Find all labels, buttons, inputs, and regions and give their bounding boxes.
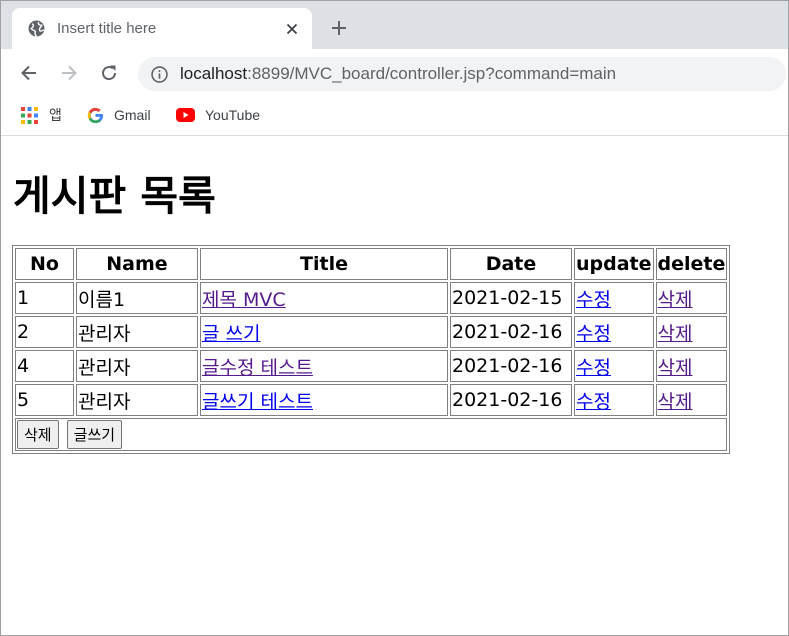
write-button[interactable]: 글쓰기 (66, 420, 123, 449)
button-cell: 삭제 글쓰기 (15, 418, 728, 451)
bookmark-label: YouTube (205, 107, 261, 123)
update-link[interactable]: 수정 (576, 289, 611, 311)
cell-date: 2021-02-16 (450, 316, 572, 348)
cell-title: 제목 MVC (200, 282, 448, 314)
column-header-title: Title (200, 248, 448, 280)
cell-title: 글수정 테스트 (200, 350, 448, 382)
cell-update: 수정 (574, 316, 654, 348)
column-header-no: No (15, 248, 74, 280)
page-content: 게시판 목록 No Name Title Date update delete … (1, 136, 788, 635)
youtube-icon (176, 108, 195, 122)
table-header-row: No Name Title Date update delete (15, 248, 728, 280)
cell-no: 2 (15, 316, 74, 348)
url-path: :8899/MVC_board/controller.jsp?command=m… (247, 64, 617, 83)
cell-name: 관리자 (76, 316, 198, 348)
update-link[interactable]: 수정 (576, 357, 611, 379)
cell-name: 관리자 (76, 384, 198, 416)
table-row: 5 관리자 글쓰기 테스트 2021-02-16 수정 삭제 (15, 384, 728, 416)
address-bar[interactable]: localhost:8899/MVC_board/controller.jsp?… (138, 57, 786, 91)
globe-icon (28, 20, 45, 37)
delete-button[interactable]: 삭제 (17, 420, 59, 449)
cell-date: 2021-02-15 (450, 282, 572, 314)
delete-link[interactable]: 삭제 (658, 391, 693, 413)
cell-no: 4 (15, 350, 74, 382)
table-button-row: 삭제 글쓰기 (15, 418, 728, 451)
cell-name: 이름1 (76, 282, 198, 314)
cell-delete: 삭제 (655, 384, 728, 416)
column-header-delete: delete (655, 248, 728, 280)
cell-delete: 삭제 (655, 350, 728, 382)
forward-arrow-icon[interactable] (59, 63, 79, 83)
delete-link[interactable]: 삭제 (658, 289, 693, 311)
cell-update: 수정 (574, 282, 654, 314)
url-host: localhost (180, 64, 248, 83)
title-link[interactable]: 글 쓰기 (202, 323, 260, 345)
bookmark-label: Gmail (114, 107, 151, 123)
tab-strip: Insert title here (1, 1, 788, 49)
info-icon[interactable] (151, 66, 168, 83)
reload-icon[interactable] (99, 63, 119, 83)
column-header-date: Date (450, 248, 572, 280)
table-row: 4 관리자 글수정 테스트 2021-02-16 수정 삭제 (15, 350, 728, 382)
update-link[interactable]: 수정 (576, 391, 611, 413)
page-title: 게시판 목록 (13, 172, 216, 220)
title-link[interactable]: 제목 MVC (202, 289, 286, 311)
bookmark-apps[interactable]: 앱 (21, 104, 62, 126)
cell-delete: 삭제 (655, 316, 728, 348)
bookmark-gmail[interactable]: Gmail (87, 104, 151, 126)
bookmark-youtube[interactable]: YouTube (176, 104, 260, 126)
cell-no: 1 (15, 282, 74, 314)
cell-delete: 삭제 (655, 282, 728, 314)
back-arrow-icon[interactable] (19, 63, 39, 83)
apps-grid-icon (21, 106, 38, 124)
cell-title: 글쓰기 테스트 (200, 384, 448, 416)
delete-link[interactable]: 삭제 (658, 357, 693, 379)
google-icon (87, 107, 103, 123)
update-link[interactable]: 수정 (576, 323, 611, 345)
browser-tab[interactable]: Insert title here (12, 8, 312, 49)
delete-link[interactable]: 삭제 (658, 323, 693, 345)
tab-title: Insert title here (57, 20, 157, 37)
cell-title: 글 쓰기 (200, 316, 448, 348)
bookmarks-bar: 앱 Gmail YouTube (1, 97, 788, 136)
title-link[interactable]: 글쓰기 테스트 (202, 391, 313, 413)
url-text: localhost:8899/MVC_board/controller.jsp?… (180, 64, 616, 84)
new-tab-plus-icon[interactable] (329, 18, 349, 38)
cell-date: 2021-02-16 (450, 384, 572, 416)
cell-no: 5 (15, 384, 74, 416)
board-table: No Name Title Date update delete 1 이름1 제… (12, 245, 731, 454)
title-link[interactable]: 글수정 테스트 (202, 357, 313, 379)
table-row: 2 관리자 글 쓰기 2021-02-16 수정 삭제 (15, 316, 728, 348)
bookmark-label: 앱 (49, 107, 62, 123)
close-icon[interactable] (282, 19, 302, 39)
cell-name: 관리자 (76, 350, 198, 382)
cell-update: 수정 (574, 350, 654, 382)
table-row: 1 이름1 제목 MVC 2021-02-15 수정 삭제 (15, 282, 728, 314)
column-header-update: update (574, 248, 654, 280)
column-header-name: Name (76, 248, 198, 280)
cell-date: 2021-02-16 (450, 350, 572, 382)
cell-update: 수정 (574, 384, 654, 416)
browser-toolbar: localhost:8899/MVC_board/controller.jsp?… (1, 49, 788, 97)
